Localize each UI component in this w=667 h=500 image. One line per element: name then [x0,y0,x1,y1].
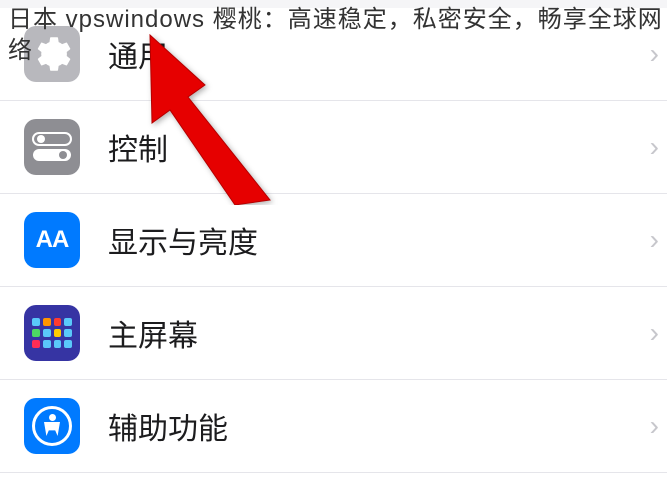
aa-icon: AA [24,212,80,268]
home-grid-icon [24,305,80,361]
settings-item-control-center[interactable]: 控制 › [0,101,667,194]
overlay-title: 日本 vpswindows 樱桃：高速稳定，私密安全，畅享全球网络 [8,4,667,66]
toggle-icon [24,119,80,175]
chevron-right-icon: › [650,131,659,163]
settings-list: 通用 › 控制 › AA 显示与亮度 › 主屏幕 [0,0,667,473]
settings-item-accessibility[interactable]: 辅助功能 › [0,380,667,473]
item-label: 主屏幕 [108,311,650,355]
chevron-right-icon: › [650,224,659,256]
settings-item-display-brightness[interactable]: AA 显示与亮度 › [0,194,667,287]
item-label: 控制 [108,125,650,169]
settings-item-home-screen[interactable]: 主屏幕 › [0,287,667,380]
chevron-right-icon: › [650,410,659,442]
accessibility-icon [24,398,80,454]
chevron-right-icon: › [650,317,659,349]
item-label: 显示与亮度 [108,218,650,262]
item-label: 辅助功能 [108,404,650,448]
